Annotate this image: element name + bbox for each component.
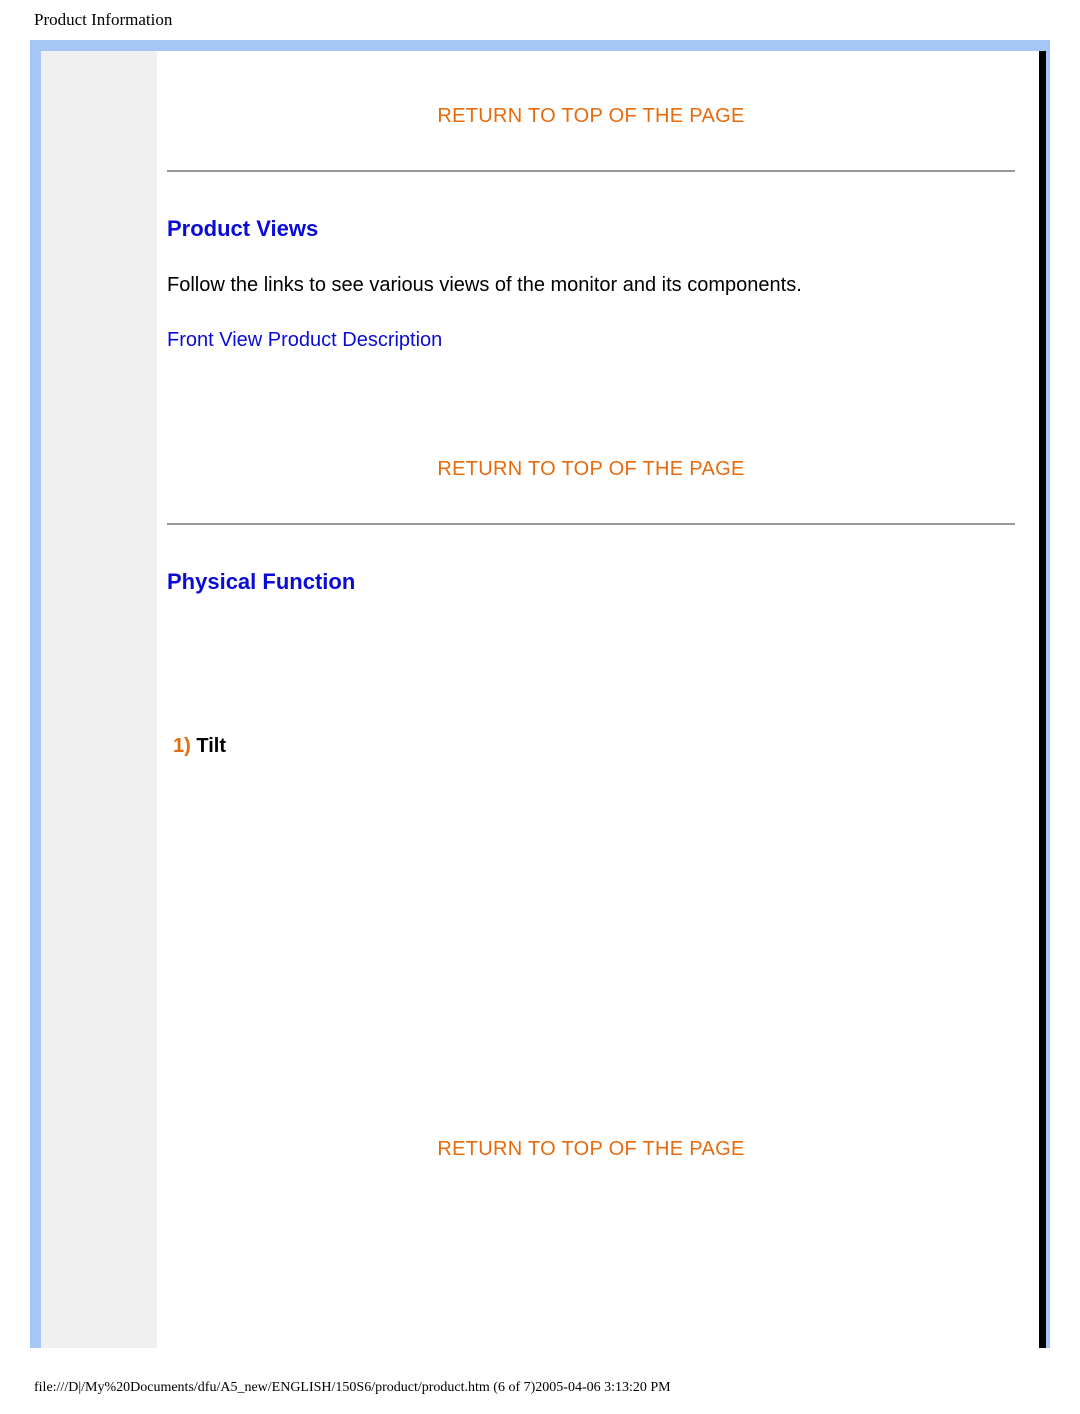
main-content: RETURN TO TOP OF THE PAGE Product Views … <box>157 51 1039 1348</box>
return-to-top-link[interactable]: RETURN TO TOP OF THE PAGE <box>167 458 1015 481</box>
front-view-link[interactable]: Front View Product Description <box>167 329 442 352</box>
tilt-item: 1) Tilt <box>173 735 1015 758</box>
sidebar <box>41 51 157 1348</box>
return-to-top-link[interactable]: RETURN TO TOP OF THE PAGE <box>167 1138 1015 1161</box>
divider <box>167 523 1015 525</box>
page-frame: RETURN TO TOP OF THE PAGE Product Views … <box>30 40 1050 1348</box>
product-views-body: Follow the links to see various views of… <box>167 272 1015 299</box>
page-header-title: Product Information <box>0 0 1080 40</box>
frame-shadow <box>1039 51 1046 1348</box>
return-to-top-link[interactable]: RETURN TO TOP OF THE PAGE <box>167 105 1015 128</box>
product-views-heading: Product Views <box>167 216 1015 242</box>
physical-function-heading: Physical Function <box>167 569 1015 595</box>
footer-file-path: file:///D|/My%20Documents/dfu/A5_new/ENG… <box>0 1348 1080 1414</box>
tilt-item-number: 1) <box>173 735 191 757</box>
content-row: RETURN TO TOP OF THE PAGE Product Views … <box>41 51 1039 1348</box>
tilt-item-label: Tilt <box>191 735 226 757</box>
divider <box>167 170 1015 172</box>
